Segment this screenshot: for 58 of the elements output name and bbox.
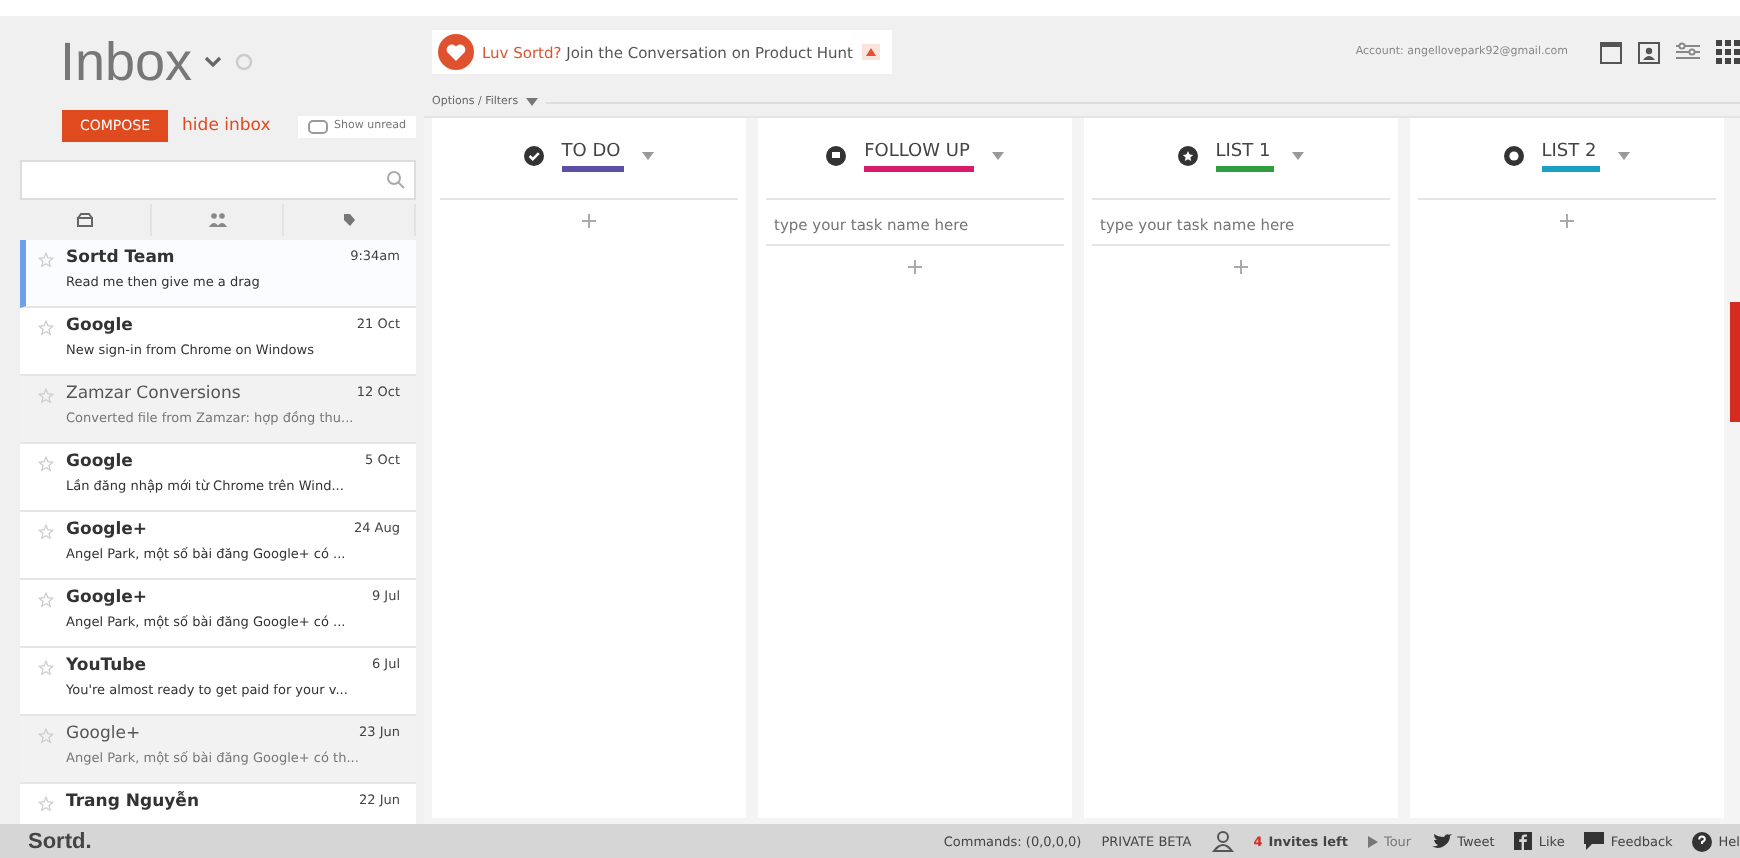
bird-icon — [1431, 833, 1452, 849]
list-icon — [826, 146, 847, 166]
caret-icon[interactable] — [991, 152, 1004, 160]
email-sender: Google+ — [66, 724, 141, 744]
list-icon — [1503, 146, 1524, 166]
inbox-title: Inbox — [60, 31, 193, 93]
plus-icon — [1560, 214, 1574, 228]
star-icon[interactable] — [38, 388, 54, 404]
hide-inbox-link[interactable]: hide inbox — [182, 116, 271, 136]
list-title[interactable]: FOLLOW UP — [864, 141, 974, 171]
caret-icon[interactable] — [1292, 152, 1305, 160]
contacts-icon[interactable] — [1638, 40, 1660, 64]
side-tab[interactable] — [1730, 302, 1740, 422]
upvote-icon — [861, 44, 879, 60]
email-sender: YouTube — [66, 656, 147, 676]
search-icon — [386, 170, 406, 190]
caret-icon[interactable] — [204, 56, 223, 68]
plus-icon — [1234, 260, 1248, 274]
email-sender: Sortd Team — [66, 248, 175, 268]
list-title[interactable]: LIST 1 — [1215, 141, 1275, 171]
star-icon[interactable] — [38, 728, 54, 744]
star-icon[interactable] — [38, 252, 54, 268]
invite-icon — [1211, 830, 1234, 852]
list-icon — [1177, 146, 1198, 166]
star-icon[interactable] — [38, 456, 54, 472]
sortd-logo: Sortd. — [28, 829, 92, 853]
star-icon[interactable] — [38, 660, 54, 676]
list-icon — [523, 146, 544, 166]
plus-icon — [582, 214, 596, 228]
tag-icon[interactable] — [342, 212, 356, 228]
toggle-icon — [308, 119, 329, 133]
facebook-icon — [1514, 832, 1533, 850]
email-sender: Zamzar Conversions — [66, 384, 241, 404]
email-sender: Google+ — [66, 520, 148, 540]
email-sender: Google — [66, 316, 133, 336]
email-sender: Google — [66, 452, 133, 472]
caret-icon[interactable] — [526, 98, 539, 106]
calendar-icon[interactable] — [1600, 40, 1622, 64]
help-icon — [1692, 831, 1713, 851]
refresh-icon[interactable] — [234, 52, 255, 72]
star-icon[interactable] — [38, 524, 54, 540]
play-icon — [1367, 835, 1378, 847]
caret-icon[interactable] — [642, 152, 655, 160]
list-title[interactable]: TO DO — [561, 141, 625, 171]
apps-grid-icon[interactable] — [1716, 40, 1740, 64]
list-title[interactable]: LIST 2 — [1541, 141, 1601, 171]
star-icon[interactable] — [38, 592, 54, 608]
star-icon[interactable] — [38, 320, 54, 336]
plus-icon — [908, 260, 922, 274]
people-icon[interactable] — [207, 212, 227, 228]
speech-bubble-icon — [1584, 832, 1605, 850]
inbox-icon[interactable] — [76, 212, 94, 228]
star-icon[interactable] — [38, 796, 54, 812]
email-sender: Google+ — [66, 588, 148, 608]
settings-icon[interactable] — [1676, 42, 1700, 62]
search-field[interactable] — [20, 160, 416, 200]
caret-icon[interactable] — [1618, 152, 1631, 160]
email-sender: Trang Nguyễn — [66, 792, 199, 812]
